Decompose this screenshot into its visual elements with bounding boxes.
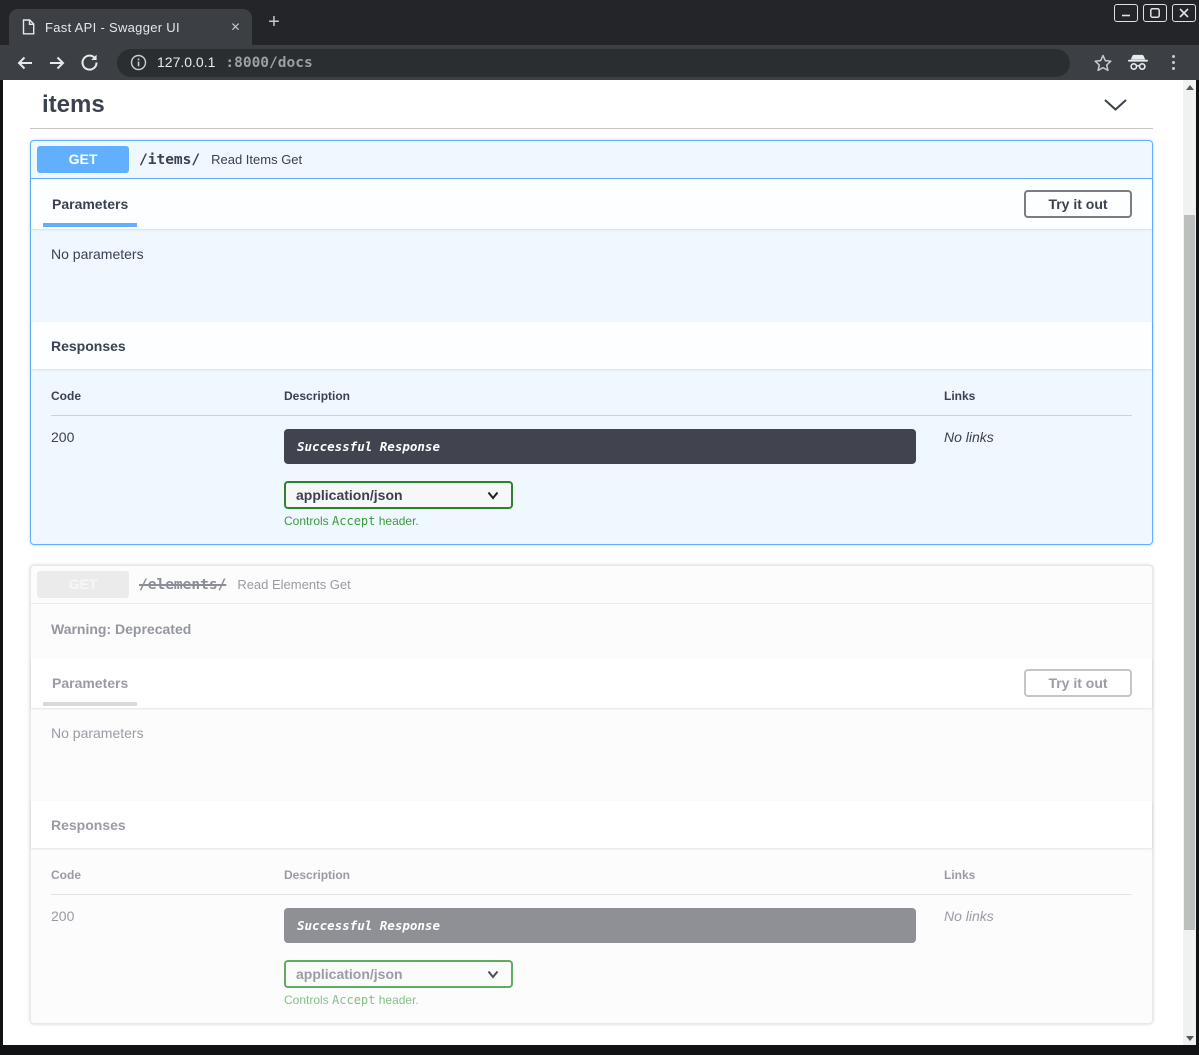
operation-path: /elements/ (139, 577, 226, 593)
column-description: Description (284, 868, 944, 882)
window-close-button[interactable] (1172, 4, 1196, 22)
tab-close-icon[interactable]: ✕ (227, 19, 244, 36)
browser-menu-icon[interactable] (1161, 51, 1185, 75)
tab-title: Fast API - Swagger UI (45, 20, 217, 35)
response-links: No links (944, 429, 1132, 528)
parameters-header: Parameters Try it out (31, 658, 1152, 708)
responses-title: Responses (51, 338, 126, 354)
new-tab-button[interactable]: + (263, 12, 285, 34)
response-links: No links (944, 908, 1132, 1007)
media-type-select[interactable]: application/json (284, 960, 513, 988)
try-it-out-button[interactable]: Try it out (1024, 669, 1132, 697)
response-row: 200 Successful Response application/json… (51, 416, 1132, 528)
response-row: 200 Successful Response application/json… (51, 895, 1132, 1007)
operation-path: /items/ (139, 152, 200, 168)
url-path: :8000/docs (225, 55, 312, 71)
parameters-header: Parameters Try it out (31, 179, 1152, 229)
parameters-body: No parameters (31, 229, 1152, 322)
site-info-icon[interactable] (130, 54, 147, 71)
vertical-scrollbar[interactable] (1183, 80, 1196, 1045)
tag-name: items (42, 91, 105, 119)
media-type-value: application/json (296, 487, 403, 503)
operation-summary[interactable]: GET /items/ Read Items Get (31, 141, 1152, 179)
window-maximize-button[interactable] (1143, 4, 1167, 22)
swagger-ui: items GET /items/ Read Items Get Paramet… (3, 80, 1183, 1045)
operation-get-elements-deprecated: GET /elements/ Read Elements Get Warning… (30, 565, 1153, 1024)
url-host: 127.0.0.1 (157, 54, 215, 70)
chevron-down-icon (487, 970, 499, 979)
responses-body: Code Description Links 200 Successful Re… (31, 369, 1152, 544)
try-it-out-button[interactable]: Try it out (1024, 190, 1132, 218)
parameters-tab[interactable]: Parameters (43, 196, 137, 212)
response-code: 200 (51, 908, 284, 1007)
tag-section-header[interactable]: items (30, 89, 1153, 129)
incognito-icon (1126, 51, 1150, 75)
no-parameters-text: No parameters (51, 246, 144, 262)
responses-header: Responses (31, 322, 1152, 369)
scroll-down-arrow[interactable] (1183, 1031, 1196, 1045)
browser-window: Fast API - Swagger UI ✕ + (0, 0, 1199, 1055)
method-badge: GET (37, 571, 129, 598)
collapse-chevron-icon[interactable] (1103, 98, 1128, 112)
responses-header: Responses (31, 801, 1152, 848)
parameters-body: No parameters (31, 708, 1152, 801)
title-bar: Fast API - Swagger UI ✕ + (0, 0, 1199, 45)
accept-header-hint: Controls Accept header. (284, 993, 944, 1007)
response-description-box: Successful Response (284, 429, 916, 464)
media-type-value: application/json (296, 966, 403, 982)
response-description-cell: Successful Response application/json Con… (284, 429, 944, 528)
forward-button[interactable] (44, 50, 70, 76)
deprecated-warning: Warning: Deprecated (31, 604, 1152, 658)
address-bar[interactable]: 127.0.0.1 :8000/docs (117, 49, 1070, 77)
page-viewport: items GET /items/ Read Items Get Paramet… (3, 80, 1196, 1045)
response-description-text: Successful Response (297, 439, 440, 454)
operation-description: Read Items Get (211, 152, 302, 167)
responses-table-header: Code Description Links (51, 389, 1132, 416)
operation-get-items: GET /items/ Read Items Get Parameters Tr… (30, 140, 1153, 545)
column-description: Description (284, 389, 944, 403)
window-controls (1114, 4, 1196, 22)
column-links: Links (944, 868, 1132, 882)
responses-body: Code Description Links 200 Successful Re… (31, 848, 1152, 1023)
response-description-box: Successful Response (284, 908, 916, 943)
response-description-cell: Successful Response application/json Con… (284, 908, 944, 1007)
responses-title: Responses (51, 817, 126, 833)
browser-toolbar: 127.0.0.1 :8000/docs (0, 45, 1199, 80)
back-button[interactable] (12, 50, 38, 76)
method-badge: GET (37, 146, 129, 173)
column-code: Code (51, 868, 284, 882)
column-links: Links (944, 389, 1132, 403)
bookmark-star-icon[interactable] (1091, 51, 1115, 75)
response-code: 200 (51, 429, 284, 528)
browser-tab[interactable]: Fast API - Swagger UI ✕ (9, 9, 252, 45)
media-type-select[interactable]: application/json (284, 481, 513, 509)
column-code: Code (51, 389, 284, 403)
parameters-tab[interactable]: Parameters (43, 675, 137, 691)
operation-summary[interactable]: GET /elements/ Read Elements Get (31, 566, 1152, 604)
scroll-up-arrow[interactable] (1183, 80, 1196, 94)
chevron-down-icon (487, 491, 499, 500)
response-description-text: Successful Response (297, 918, 440, 933)
scrollbar-thumb[interactable] (1184, 215, 1195, 930)
url-text[interactable]: 127.0.0.1 :8000/docs (157, 54, 313, 71)
no-parameters-text: No parameters (51, 725, 144, 741)
operation-description: Read Elements Get (237, 577, 350, 592)
window-minimize-button[interactable] (1114, 4, 1138, 22)
accept-header-hint: Controls Accept header. (284, 514, 944, 528)
page-icon (22, 19, 35, 35)
reload-button[interactable] (76, 50, 102, 76)
responses-table-header: Code Description Links (51, 868, 1132, 895)
